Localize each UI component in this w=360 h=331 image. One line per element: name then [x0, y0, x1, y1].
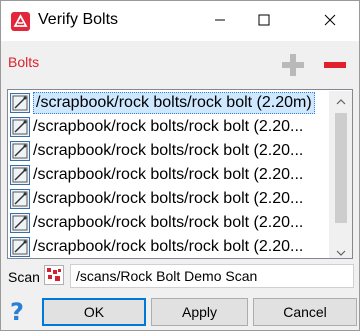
bolt-icon — [10, 116, 30, 137]
close-icon — [324, 13, 336, 29]
help-icon[interactable]: ? — [10, 298, 24, 326]
scroll-up-button[interactable] — [329, 91, 352, 108]
bolt-icon — [10, 140, 30, 161]
list-item[interactable]: /scrapbook/rock bolts/rock bolt (2.20... — [10, 235, 330, 258]
scan-label: Scan — [8, 269, 40, 285]
list-item-label: /scrapbook/rock bolts/rock bolt (2.20... — [33, 117, 304, 135]
bolt-icon — [10, 92, 30, 113]
list-scrollbar[interactable] — [329, 91, 352, 259]
list-item-label: /scrapbook/rock bolts/rock bolt (2.20... — [33, 237, 304, 255]
list-item-label: /scrapbook/rock bolts/rock bolt (2.20... — [33, 141, 304, 159]
plus-icon — [280, 54, 306, 80]
chevron-up-icon — [336, 92, 346, 108]
title-bar[interactable]: Verify Bolts — [1, 1, 359, 41]
list-item-label: /scrapbook/rock bolts/rock bolt (2.20... — [33, 213, 304, 231]
close-button[interactable] — [307, 1, 353, 41]
scrollbar-thumb[interactable] — [335, 113, 347, 223]
ok-button[interactable]: OK — [42, 298, 146, 326]
list-item[interactable]: /scrapbook/rock bolts/rock bolt (2.20... — [10, 163, 330, 186]
add-bolt-button[interactable] — [280, 53, 306, 77]
list-item-label: /scrapbook/rock bolts/rock bolt (2.20... — [33, 189, 304, 207]
bolt-icon — [10, 212, 30, 233]
list-item[interactable]: /scrapbook/rock bolts/rock bolt (2.20... — [10, 187, 330, 210]
cancel-button[interactable]: Cancel — [253, 298, 357, 326]
scan-icon[interactable] — [44, 265, 64, 285]
chevron-down-icon — [336, 243, 346, 259]
window-title: Verify Bolts — [38, 11, 119, 28]
bolt-icon — [10, 164, 30, 185]
minimize-button[interactable] — [197, 1, 243, 41]
list-item-label: /scrapbook/rock bolts/rock bolt (2.20m) — [33, 91, 315, 114]
list-item-label: /scrapbook/rock bolts/rock bolt (2.20... — [33, 165, 304, 183]
scan-path-field[interactable]: /scans/Rock Bolt Demo Scan — [70, 264, 354, 288]
maximize-button[interactable] — [241, 1, 287, 41]
minus-icon — [322, 62, 348, 80]
list-item[interactable]: /scrapbook/rock bolts/rock bolt (2.20m) — [10, 91, 330, 114]
remove-bolt-button[interactable] — [322, 53, 348, 77]
apply-button[interactable]: Apply — [151, 298, 248, 326]
bolt-icon — [10, 188, 30, 209]
list-item[interactable]: /scrapbook/rock bolts/rock bolt (2.20... — [10, 139, 330, 162]
verify-bolts-dialog: Verify Bolts Bolts /scrapbook/rock bolts… — [0, 0, 360, 331]
maximize-icon — [258, 13, 270, 29]
scroll-down-button[interactable] — [329, 242, 352, 259]
bolts-label: Bolts — [8, 54, 40, 70]
bolts-list[interactable]: /scrapbook/rock bolts/rock bolt (2.20m) … — [7, 89, 353, 259]
bolt-icon — [10, 236, 30, 257]
list-item[interactable]: /scrapbook/rock bolts/rock bolt (2.20... — [10, 211, 330, 234]
app-logo-icon — [11, 12, 30, 31]
minimize-icon — [214, 13, 226, 29]
list-item[interactable]: /scrapbook/rock bolts/rock bolt (2.20... — [10, 115, 330, 138]
